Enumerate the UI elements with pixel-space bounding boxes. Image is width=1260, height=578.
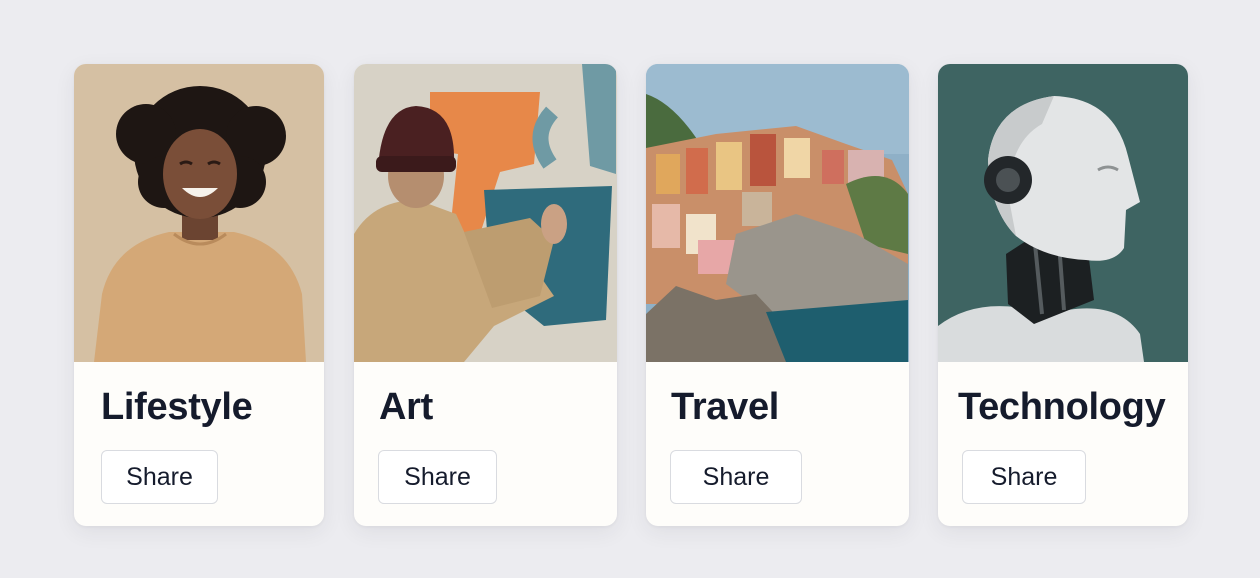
travel-image xyxy=(646,64,909,362)
art-image xyxy=(354,64,617,362)
card-title-art: Art xyxy=(379,386,433,428)
card-title-technology: Technology xyxy=(958,386,1166,428)
card-technology: Technology Share xyxy=(938,64,1188,526)
card-title-travel: Travel xyxy=(671,386,780,428)
share-button-technology[interactable]: Share xyxy=(962,450,1086,504)
share-button-travel[interactable]: Share xyxy=(670,450,802,504)
card-title-lifestyle: Lifestyle xyxy=(101,386,253,428)
card-travel: Travel Share xyxy=(646,64,909,526)
share-button-lifestyle[interactable]: Share xyxy=(101,450,218,504)
lifestyle-image xyxy=(74,64,324,362)
technology-image xyxy=(938,64,1188,362)
card-lifestyle: Lifestyle Share xyxy=(74,64,324,526)
card-art: Art Share xyxy=(354,64,617,526)
share-button-art[interactable]: Share xyxy=(378,450,497,504)
